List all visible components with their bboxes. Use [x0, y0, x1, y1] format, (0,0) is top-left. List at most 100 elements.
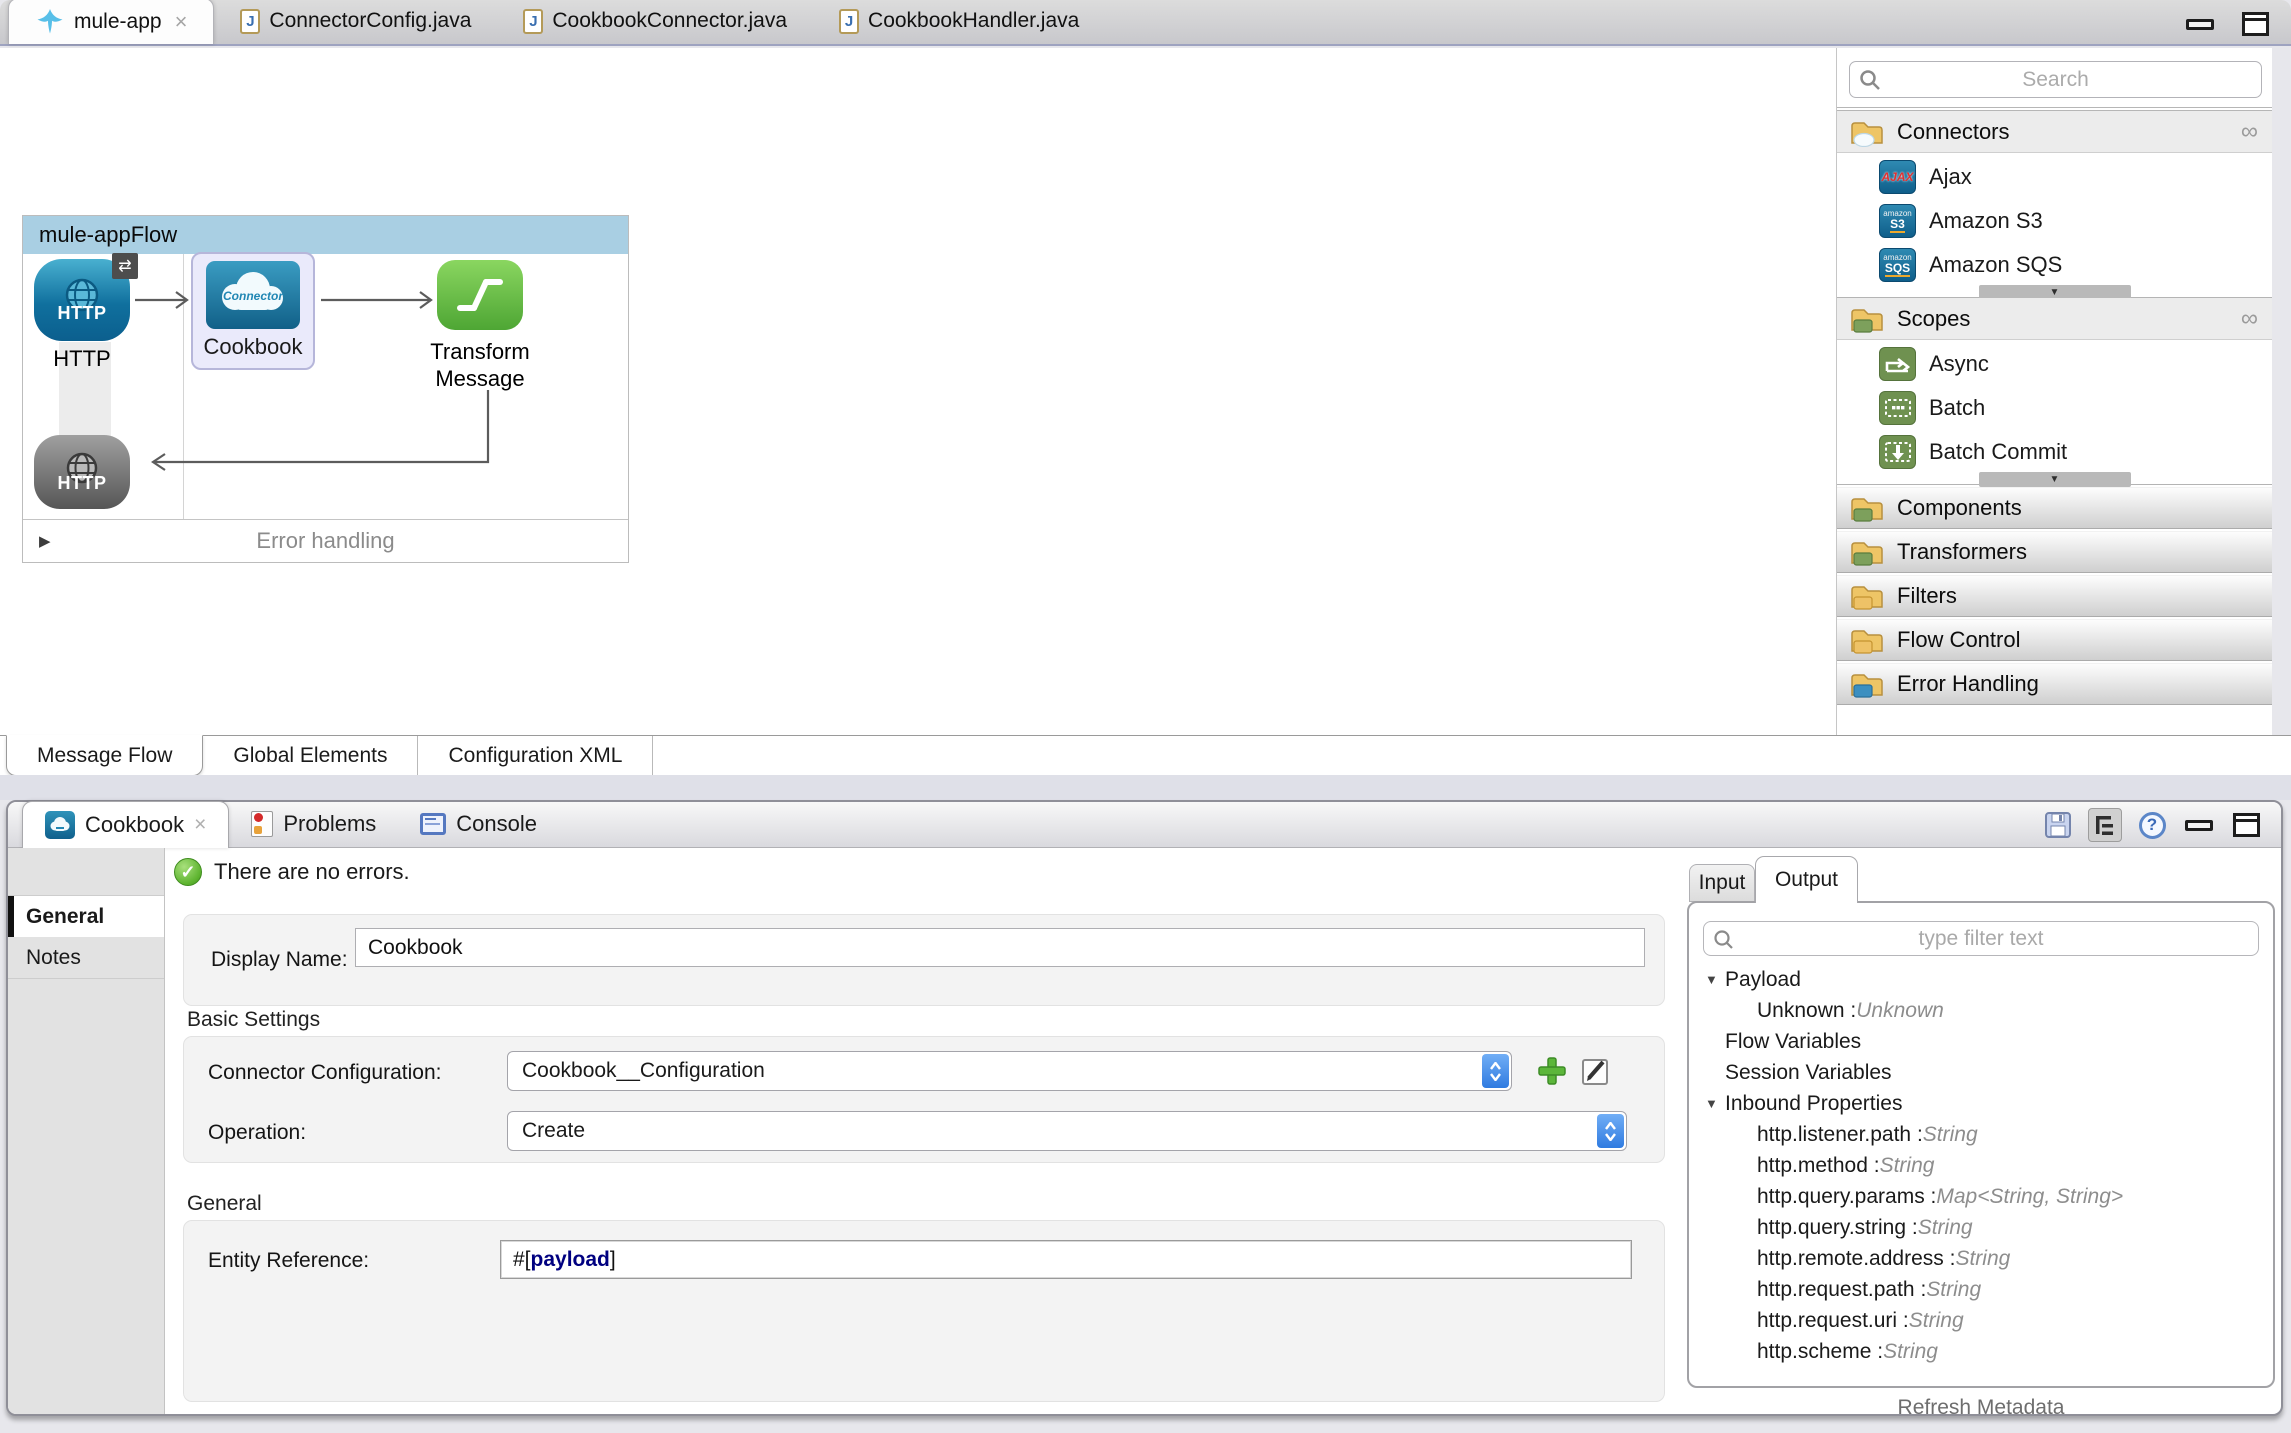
tree-row-http-scheme[interactable]: http.scheme : String — [1697, 1336, 2267, 1367]
tree-row-http-request-uri[interactable]: http.request.uri : String — [1697, 1305, 2267, 1336]
help-icon[interactable]: ? — [2135, 808, 2169, 842]
add-config-icon[interactable] — [1536, 1055, 1568, 1087]
tree-row-flow-variables[interactable]: Flow Variables — [1697, 1026, 2267, 1057]
palette-item-ajax[interactable]: AJAXAjax — [1837, 155, 2272, 199]
transform-message-node[interactable] — [437, 260, 523, 330]
editor-tab-cookbookhandler-java[interactable]: JCookbookHandler.java — [813, 0, 1105, 44]
http-node-label: HTTP — [9, 346, 155, 372]
palette-search-box[interactable] — [1849, 61, 2262, 98]
tree-row-payload[interactable]: ▼Payload — [1697, 964, 2267, 995]
tab-input[interactable]: Input — [1689, 864, 1755, 902]
palette-section-transformers[interactable]: Transformers — [1837, 531, 2272, 573]
collapse-triangle-icon[interactable]: ▶ — [39, 532, 51, 550]
dropdown-stepper-icon[interactable] — [1482, 1054, 1509, 1088]
flow-title[interactable]: mule-appFlow — [23, 216, 628, 254]
maximize-icon[interactable] — [2229, 808, 2263, 842]
tab-output[interactable]: Output — [1755, 856, 1858, 903]
http-listener-node[interactable]: HTTP ⇄ — [34, 259, 130, 341]
properties-body: GeneralNotes ✓ There are no errors. Disp… — [8, 848, 2281, 1414]
error-handling-section[interactable]: ▶ Error handling — [23, 519, 628, 562]
connector-configuration-value: Cookbook__Configuration — [522, 1059, 765, 1083]
tree-type: Map<String, String> — [1936, 1185, 2123, 1209]
tree-row-http-query-string[interactable]: http.query.string : String — [1697, 1212, 2267, 1243]
http-node-icon-text: HTTP — [58, 303, 107, 324]
tree-colon: : — [1854, 1371, 1866, 1373]
display-name-group: Display Name: — [183, 914, 1665, 1006]
scroll-more-icon[interactable]: ▼ — [1979, 472, 2131, 487]
metadata-filter-input[interactable] — [1704, 927, 2258, 951]
minimize-icon[interactable] — [2186, 19, 2214, 30]
http-response-node[interactable]: HTTP — [34, 435, 130, 509]
tree-row-http-status[interactable]: http.status : String — [1697, 1367, 2267, 1372]
problems-icon — [251, 811, 273, 837]
tree-row-inbound-properties[interactable]: ▼Inbound Properties — [1697, 1088, 2267, 1119]
palette-section-flow-control[interactable]: Flow Control — [1837, 619, 2272, 661]
minimize-icon[interactable] — [2182, 808, 2216, 842]
editor-tab-connectorconfig-java[interactable]: JConnectorConfig.java — [214, 0, 497, 44]
tree-row-http-query-params[interactable]: http.query.params : Map<String, String> — [1697, 1181, 2267, 1212]
close-icon[interactable]: × — [194, 813, 206, 837]
palette-section-scopes[interactable]: Scopes∞ — [1837, 298, 2272, 340]
palette-item-batch-commit[interactable]: Batch Commit — [1837, 430, 2272, 474]
display-name-input[interactable] — [355, 928, 1645, 967]
tree-row-http-method[interactable]: http.method : String — [1697, 1150, 2267, 1181]
tree-row-http-request-path[interactable]: http.request.path : String — [1697, 1274, 2267, 1305]
tree-label: http.query.string — [1757, 1216, 1906, 1240]
expand-triangle-icon[interactable]: ▼ — [1703, 972, 1725, 987]
editor-tab-mule-app[interactable]: mule-app× — [8, 0, 214, 44]
palette-section-error-handling[interactable]: Error Handling — [1837, 663, 2272, 705]
palette-item-async[interactable]: Async — [1837, 342, 2272, 386]
operation-value: Create — [522, 1119, 585, 1143]
palette-section-components[interactable]: Components — [1837, 487, 2272, 529]
dropdown-stepper-icon[interactable] — [1597, 1114, 1624, 1148]
window-controls — [2186, 12, 2269, 36]
palette-section-filters[interactable]: Filters — [1837, 575, 2272, 617]
edit-config-icon[interactable] — [1580, 1055, 1612, 1087]
connector-configuration-select[interactable]: Cookbook__Configuration — [507, 1051, 1512, 1091]
cookbook-node-selected[interactable]: Connector Cookbook — [191, 252, 315, 370]
transform-node-label: Transform Message — [395, 338, 565, 392]
tree-label: http.request.path — [1757, 1278, 1915, 1302]
palette-item-label: Amazon SQS — [1929, 252, 2062, 278]
tree-icon[interactable] — [2088, 808, 2122, 842]
sidebar-item-general[interactable]: General — [8, 896, 164, 937]
tree-label: http.query.params — [1757, 1185, 1925, 1209]
panel-tabs: Cookbook×ProblemsConsole — [8, 801, 559, 847]
source-lane-divider — [183, 254, 184, 519]
panel-toolbar: ? — [2041, 808, 2263, 842]
sidebar-divider — [8, 978, 164, 979]
canvas-tab-configuration-xml[interactable]: Configuration XML — [418, 736, 653, 776]
editor-tab-cookbookconnector-java[interactable]: JCookbookConnector.java — [497, 0, 813, 44]
async-icon — [1879, 347, 1916, 381]
palette-section-label: Flow Control — [1897, 627, 2020, 653]
palette-item-batch[interactable]: Batch — [1837, 386, 2272, 430]
canvas-tab-global-elements[interactable]: Global Elements — [203, 736, 418, 776]
palette-search-input[interactable] — [1850, 68, 2261, 92]
sidebar-item-notes[interactable]: Notes — [8, 937, 164, 978]
operation-select[interactable]: Create — [507, 1111, 1627, 1151]
error-handling-label: Error handling — [23, 528, 628, 554]
panel-tab-console[interactable]: Console — [398, 801, 559, 847]
palette-item-amazon-sqs[interactable]: amazonSQSAmazon SQS — [1837, 243, 2272, 287]
palette-section-connectors[interactable]: Connectors∞ — [1837, 111, 2272, 153]
save-icon[interactable] — [2041, 808, 2075, 842]
expand-triangle-icon[interactable]: ▼ — [1703, 1096, 1725, 1111]
sidebar-spacer — [8, 848, 164, 896]
tree-row-unknown[interactable]: Unknown : Unknown — [1697, 995, 2267, 1026]
tree-row-http-listener-path[interactable]: http.listener.path : String — [1697, 1119, 2267, 1150]
panel-tab-problems[interactable]: Problems — [229, 801, 398, 847]
panel-tab-cookbook[interactable]: Cookbook× — [22, 801, 229, 848]
maximize-icon[interactable] — [2242, 12, 2269, 36]
close-icon[interactable]: × — [175, 9, 188, 35]
canvas-tab-message-flow[interactable]: Message Flow — [6, 735, 203, 776]
tree-row-session-variables[interactable]: Session Variables — [1697, 1057, 2267, 1088]
palette-section-label: Error Handling — [1897, 671, 2039, 697]
metadata-filter-box[interactable] — [1703, 921, 2259, 956]
ajax-icon: AJAX — [1879, 160, 1916, 194]
palette-item-amazon-s3[interactable]: amazonS3Amazon S3 — [1837, 199, 2272, 243]
entity-reference-input[interactable]: #[payload] — [500, 1240, 1632, 1279]
refresh-metadata-link[interactable]: Refresh Metadata — [1687, 1396, 2275, 1414]
tree-row-http-remote-address[interactable]: http.remote.address : String — [1697, 1243, 2267, 1274]
properties-sidebar: GeneralNotes — [8, 848, 165, 1414]
palette-item-label: Async — [1929, 351, 1989, 377]
